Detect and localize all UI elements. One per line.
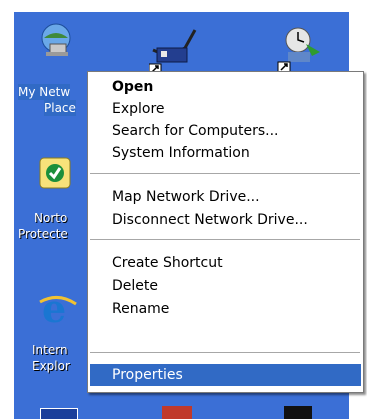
menu-item-properties[interactable]: Properties <box>90 364 361 386</box>
menu-item-rename[interactable]: Rename <box>90 298 361 320</box>
menu-item-delete[interactable]: Delete <box>90 275 361 297</box>
network-places-label-line1[interactable]: My Netw <box>18 84 71 100</box>
menu-item-explore[interactable]: Explore <box>90 98 361 120</box>
ie-label-line1[interactable]: Intern <box>32 342 68 358</box>
norton-icon[interactable] <box>36 152 76 192</box>
frame-left <box>0 0 14 419</box>
norton-label-line1[interactable]: Norto <box>34 210 67 226</box>
frame-top <box>0 0 367 12</box>
clock-globe-shortcut-icon[interactable] <box>276 22 326 72</box>
network-places-icon[interactable] <box>36 20 76 60</box>
network-cable-shortcut-icon[interactable] <box>149 26 199 74</box>
ie-label-line2[interactable]: Explor <box>32 358 70 374</box>
internet-explorer-icon[interactable]: e <box>38 288 78 328</box>
context-menu: Open Explore Search for Computers... Sys… <box>87 71 364 393</box>
menu-item-open[interactable]: Open <box>90 76 361 98</box>
menu-item-system-information[interactable]: System Information <box>90 142 361 164</box>
svg-text:e: e <box>42 288 66 328</box>
menu-item-map-network-drive[interactable]: Map Network Drive... <box>90 186 361 208</box>
menu-separator-3 <box>90 352 360 353</box>
menu-item-search-computers[interactable]: Search for Computers... <box>90 120 361 142</box>
network-places-label-line2[interactable]: Place <box>44 100 76 116</box>
menu-item-create-shortcut[interactable]: Create Shortcut <box>90 252 361 274</box>
partial-icon-bottom-3[interactable] <box>284 406 312 419</box>
menu-separator-1 <box>90 173 360 174</box>
menu-item-disconnect-network-drive[interactable]: Disconnect Network Drive... <box>90 209 361 231</box>
partial-icon-bottom-1[interactable] <box>40 408 78 419</box>
menu-separator-2 <box>90 239 360 240</box>
partial-icon-bottom-2[interactable] <box>162 406 192 419</box>
norton-label-line2[interactable]: Protecte <box>18 226 68 242</box>
